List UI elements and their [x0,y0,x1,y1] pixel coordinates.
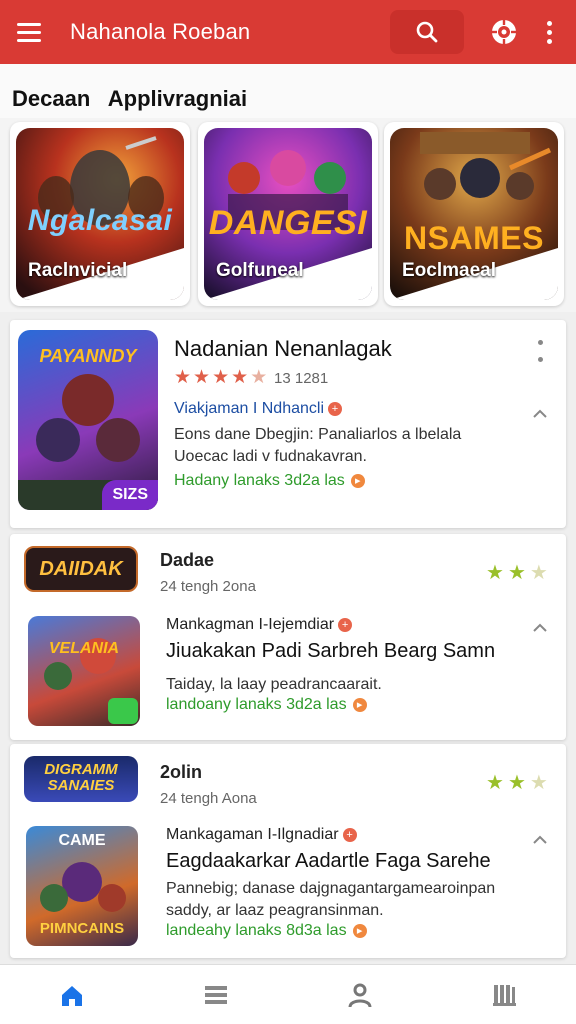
app-icon-logo-top: CAME [58,832,106,849]
app-description: Pannebig; danase dajgnagantargamearoinpa… [166,878,546,922]
app-meta: 24 tengh Aona [160,790,257,807]
featured-art: Ngalcasai Raclnvicial [16,128,184,300]
nav-profile[interactable] [330,970,390,1020]
play-icon: ▸ [352,698,367,712]
featured-card[interactable]: DANGESI Golfuneal [198,122,378,306]
app-small-icon-logo: DIGRAMM SANAIES [44,761,118,794]
developer-name: Viakjaman I Ndhancli [174,400,325,417]
library-icon [493,984,516,1006]
description-line: Pannebig; danase dajgnagantargamearoinpa… [166,880,496,897]
install-label: landoany lanaks 3d2a las [166,696,347,713]
install-info[interactable]: Hadany lanaks 3d2a las ▸ [174,472,365,490]
section-header: Decaan Applivragniai [0,64,576,118]
more-vert-icon[interactable] [532,12,566,52]
description-line: saddy, ar laaz peagransinman. [166,902,384,919]
featured-logo: Ngalcasai [27,204,173,237]
search-button[interactable] [390,10,464,54]
bottom-navigation [0,964,576,1024]
app-icon[interactable]: CAME PIMNCAINS [26,826,138,946]
menu-icon[interactable] [0,0,58,64]
settings-button[interactable] [484,12,524,52]
search-icon [416,21,438,43]
nav-list[interactable] [186,970,246,1020]
app-name[interactable]: Dadae [160,550,214,571]
app-meta: 24 tengh 2ona [160,578,256,595]
app-name[interactable]: 2olin [160,762,202,783]
app-card[interactable]: DIGRAMM SANAIES 2olin 24 tengh Aona ★ ★ ★ … [10,744,566,958]
app-small-icon[interactable]: DAIIDAK [24,546,138,592]
featured-carousel: Ngalcasai Raclnvicial DANGESI Golfuneal … [0,118,576,312]
rating-count: 13 1281 [274,370,329,387]
verified-icon: + [328,402,343,416]
home-icon [62,985,82,1006]
featured-label: Eoclmaeal [402,260,496,281]
install-info[interactable]: landeahy lanaks 8d3a las ▸ [166,922,367,940]
app-icon[interactable]: VELANIA [28,616,140,726]
nav-home[interactable] [42,970,102,1020]
description-line: Uoecac ladi v fudnakavran. [174,448,367,465]
nav-library[interactable] [474,970,534,1020]
more-options-icon[interactable] [535,340,545,362]
install-label: Hadany lanaks 3d2a las [174,472,345,489]
developer-name: Mankagman I-Iejemdiar [166,616,335,633]
play-icon: ▸ [352,924,367,938]
featured-art: DANGESI Golfuneal [204,128,372,300]
featured-label: Raclnvicial [28,260,128,281]
app-card[interactable]: DAIIDAK Dadae 24 tengh 2ona ★ ★ ★ VELANIA … [10,534,566,740]
app-icon-logo: PAYANNDY [39,346,137,366]
play-icon: ▸ [350,474,365,488]
developer-link[interactable]: Mankagman I-Iejemdiar + [166,616,353,634]
featured-card[interactable]: NSAMES Eoclmaeal [384,122,564,306]
app-icon-logo: VELANIA [48,640,120,657]
chevron-up-icon[interactable] [530,618,550,638]
featured-art: NSAMES Eoclmaeal [390,128,558,300]
description-line: Eons dane Dbegjin: Panaliarlos a lbelala [174,426,462,443]
featured-logo: DANGESI [208,204,368,242]
featured-logo: NSAMES [404,220,544,256]
section-title: Decaan Applivragniai [12,86,248,111]
app-icon[interactable]: PAYANNDY SIZS [18,330,158,510]
app-icon-badge: SIZS [102,480,158,510]
verified-icon: + [338,618,353,632]
developer-link[interactable]: Mankagaman I-Ilgnadiar + [166,826,357,844]
app-description: Taiday, la laay peadrancaarait. [166,676,382,693]
app-title: Nahanola Roeban [70,19,251,44]
app-title[interactable]: Nadanian Nenanlagak [174,336,392,362]
developer-link[interactable]: Viakjaman I Ndhancli + [174,400,343,418]
app-card[interactable]: PAYANNDY SIZS Nadanian Nenanlagak ★ ★ ★ ★ ★ … [10,320,566,528]
list-icon [205,985,227,1004]
developer-name: Mankagaman I-Ilgnadiar [166,826,339,843]
app-icon-logo: PIMNCAINS [39,920,125,937]
chevron-up-icon[interactable] [530,830,550,850]
app-small-icon[interactable]: DIGRAMM SANAIES [24,756,138,802]
featured-label: Golfuneal [216,260,304,281]
install-label: landeahy lanaks 8d3a las [166,922,347,939]
featured-card[interactable]: Ngalcasai Raclnvicial [10,122,190,306]
app-bar: Nahanola Roeban [0,0,576,64]
rating-stars: ★ ★ ★ [486,562,548,584]
app-title[interactable]: Eagdaakarkar Aadartle Faga Sarehe [166,850,491,873]
rating-stars: ★ ★ ★ ★ ★ [174,367,268,388]
verified-icon: + [342,828,357,842]
settings-icon [492,20,516,44]
person-icon [348,983,372,1007]
chevron-up-icon[interactable] [530,404,550,424]
app-title[interactable]: Jiuakakan Padi Sarbreh Bearg Samn [166,640,495,663]
install-info[interactable]: landoany lanaks 3d2a las ▸ [166,696,367,714]
rating-stars: ★ ★ ★ [486,772,548,794]
app-small-icon-logo: DAIIDAK [39,558,123,580]
app-description: Eons dane Dbegjin: Panaliarlos a lbelala… [174,424,534,468]
